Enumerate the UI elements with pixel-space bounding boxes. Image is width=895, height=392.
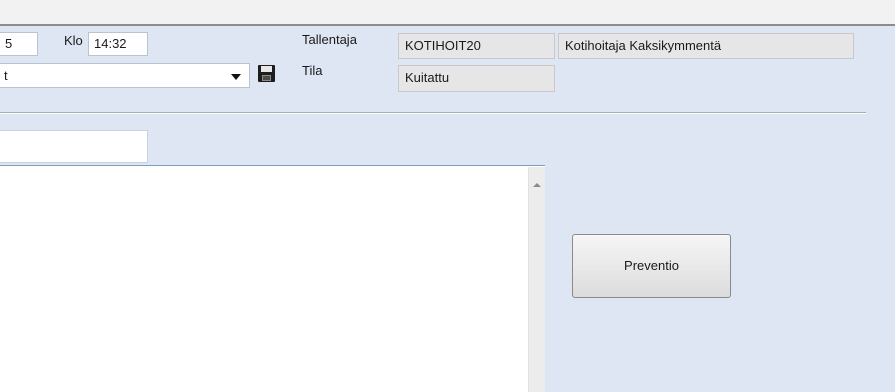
status-label: Tila xyxy=(302,63,323,78)
status-value: Kuitattu xyxy=(405,70,450,85)
top-strip xyxy=(0,0,895,26)
recorder-name-field: Kotihoitaja Kaksikymmentä xyxy=(558,33,854,59)
time-value: 14:32 xyxy=(94,36,127,51)
save-icon[interactable] xyxy=(258,65,275,82)
scroll-up-icon[interactable] xyxy=(533,183,541,187)
chevron-down-icon[interactable] xyxy=(231,74,241,80)
textarea-scrollbar[interactable] xyxy=(528,167,545,392)
type-value: t xyxy=(4,68,8,83)
date-field[interactable]: 5 xyxy=(0,32,38,56)
recorder-label: Tallentaja xyxy=(302,32,357,47)
time-field[interactable]: 14:32 xyxy=(88,32,148,56)
section-divider xyxy=(0,112,866,114)
notes-textarea[interactable] xyxy=(0,165,545,392)
recorder-code-value: KOTIHOIT20 xyxy=(405,38,481,53)
date-value: 5 xyxy=(5,36,13,51)
recorder-name-value: Kotihoitaja Kaksikymmentä xyxy=(565,38,722,53)
text-tab[interactable] xyxy=(0,130,148,163)
type-combobox[interactable]: t xyxy=(0,63,250,88)
recorder-code-field: KOTIHOIT20 xyxy=(398,33,555,59)
prevention-button[interactable]: Preventio xyxy=(572,234,731,298)
status-field: Kuitattu xyxy=(398,65,555,92)
time-label: Klo xyxy=(64,33,83,48)
